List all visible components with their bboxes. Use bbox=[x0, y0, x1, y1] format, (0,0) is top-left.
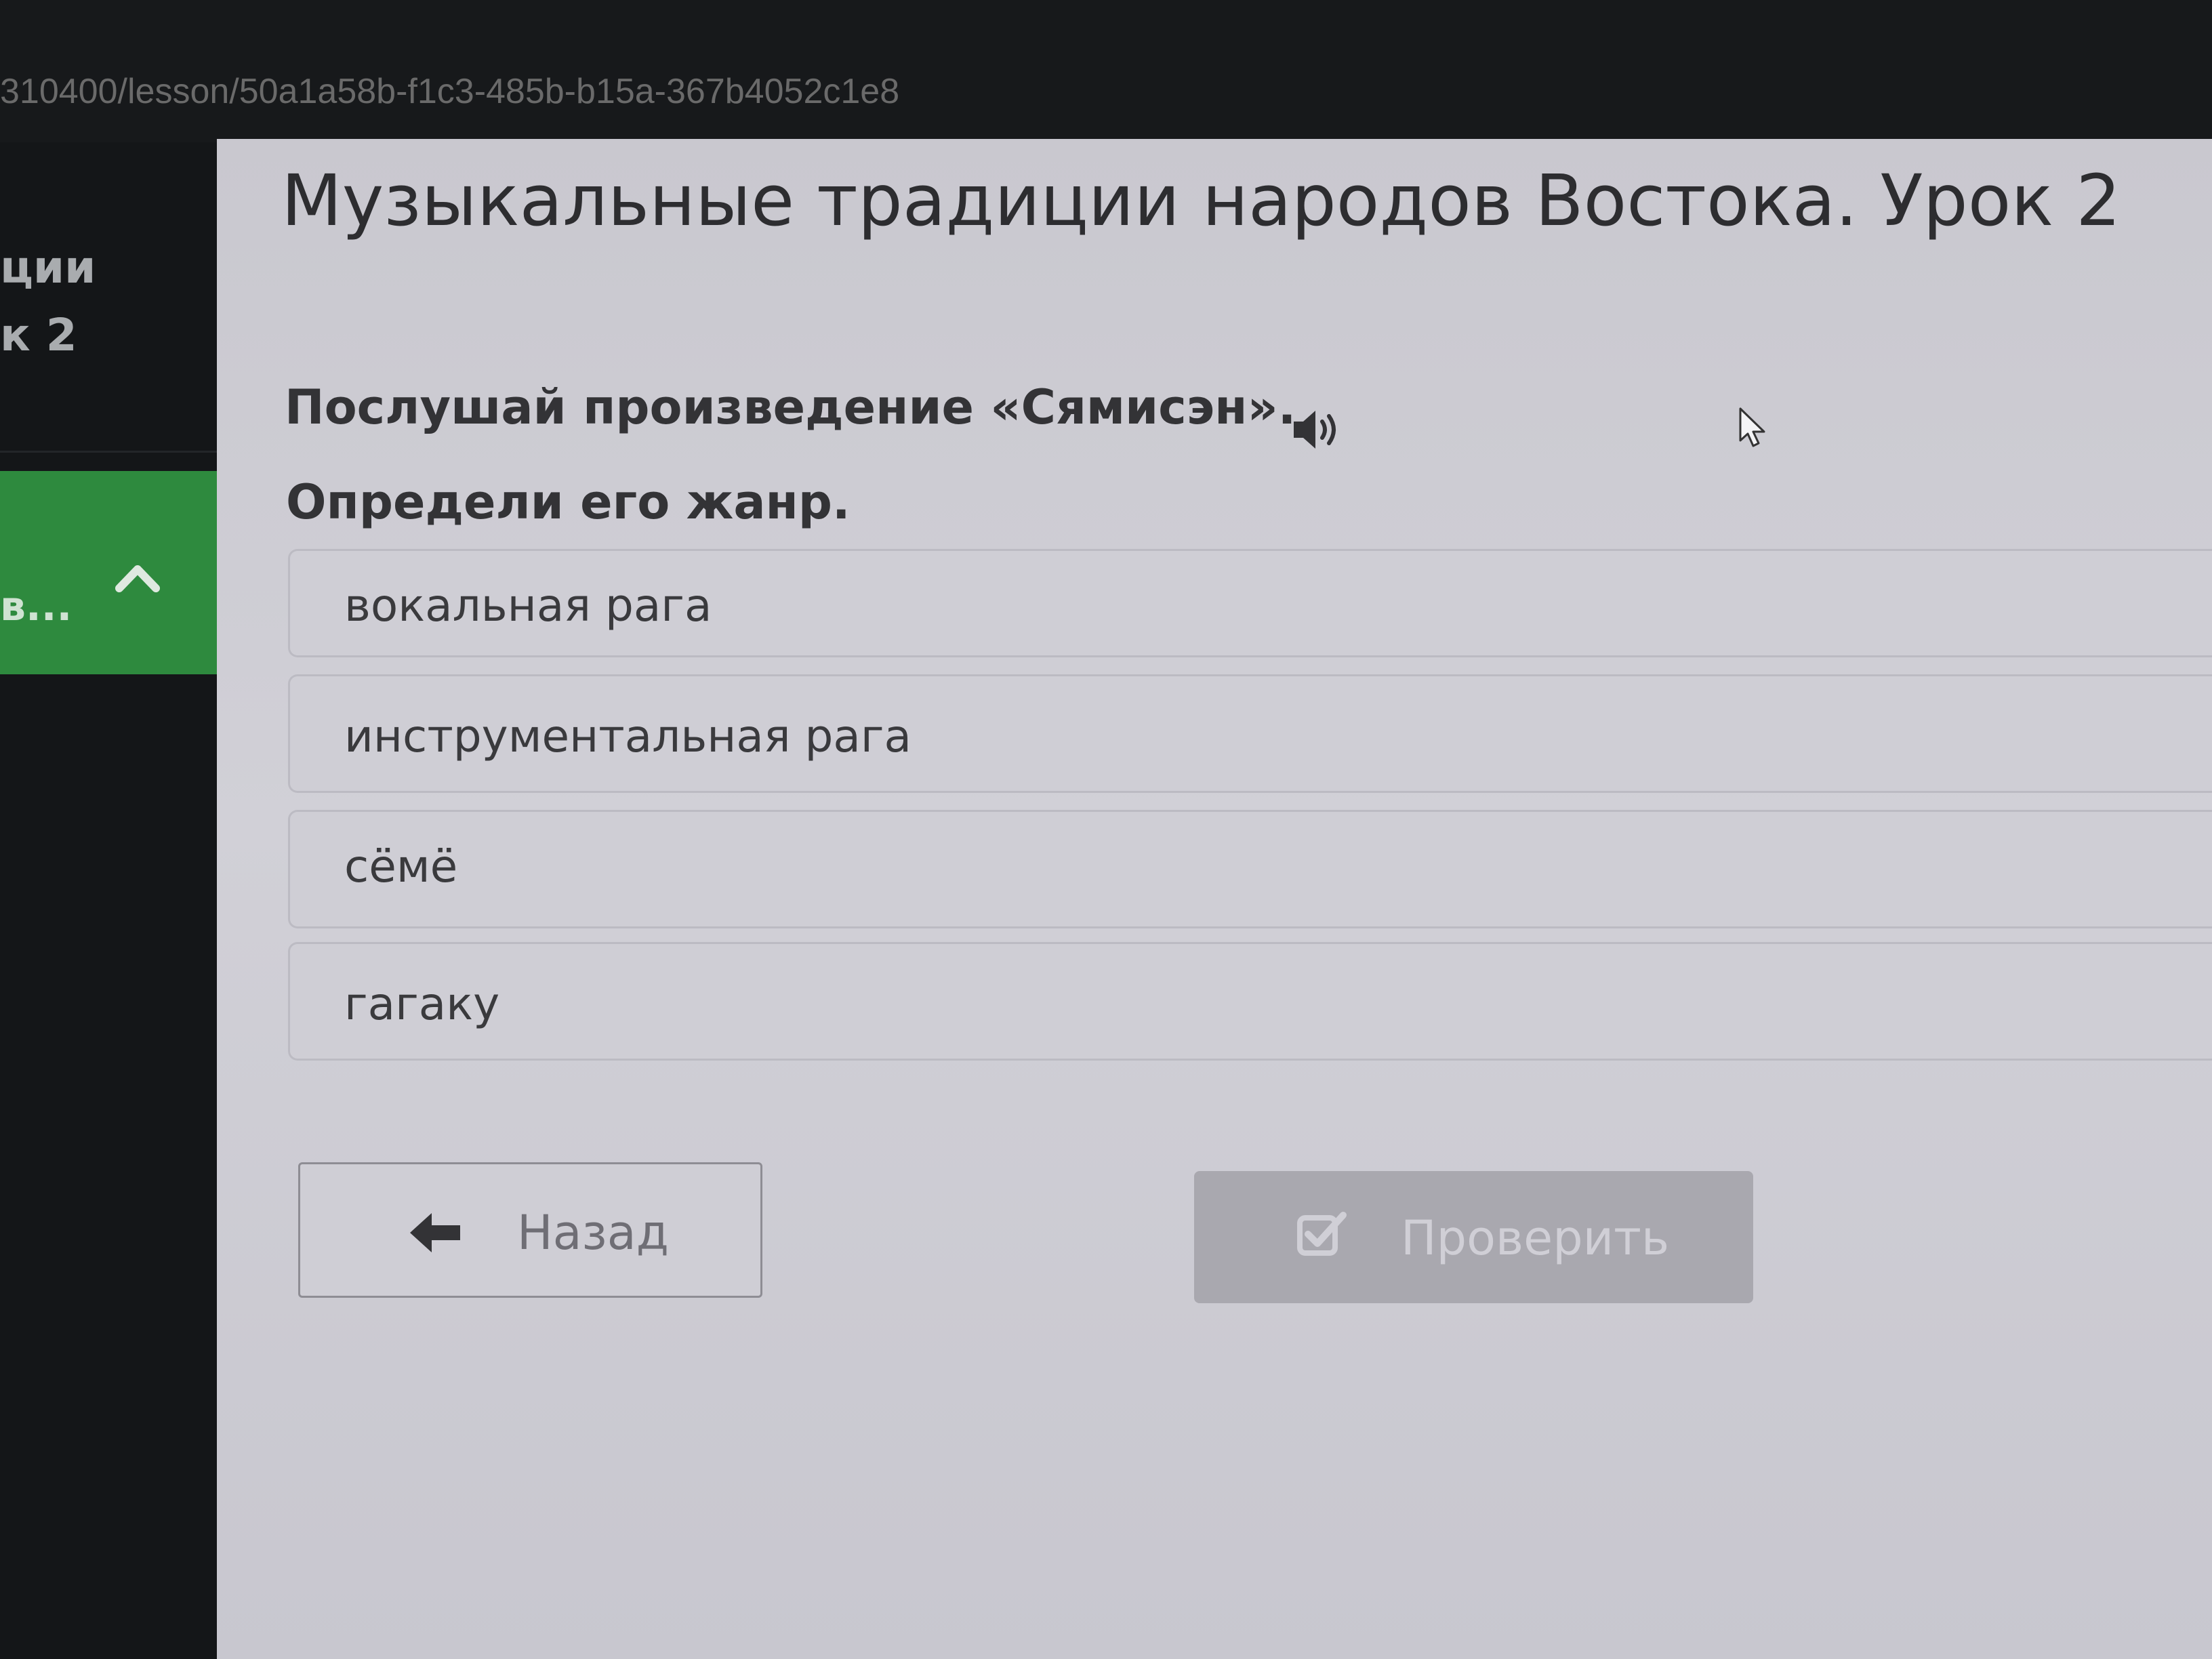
question-instruction: Послушай произведение «Сямисэн». bbox=[285, 380, 1296, 435]
mouse-cursor-icon bbox=[1739, 407, 1765, 447]
checkbox-check-icon bbox=[1297, 1212, 1347, 1256]
arrow-left-icon bbox=[410, 1213, 460, 1252]
sidebar-lesson-title: ции к 2 bbox=[0, 241, 96, 361]
back-button[interactable]: Назад bbox=[298, 1162, 762, 1298]
page-title: Музыкальные традиции народов Востока. Ур… bbox=[281, 159, 2121, 242]
browser-address-bar[interactable]: 310400/lesson/50a1a58b-f1c3-485b-b15a-36… bbox=[0, 0, 2212, 142]
answer-option[interactable]: гагаку bbox=[288, 942, 2212, 1061]
back-button-label: Назад bbox=[517, 1205, 670, 1261]
url-text[interactable]: 310400/lesson/50a1a58b-f1c3-485b-b15a-36… bbox=[0, 71, 899, 112]
sidebar-divider bbox=[0, 451, 224, 453]
chevron-up-icon[interactable] bbox=[114, 556, 161, 603]
answer-option[interactable]: сёмё bbox=[288, 810, 2212, 928]
lesson-sidebar: ции к 2 bbox=[0, 142, 230, 1659]
question-prompt: Определи его жанр. bbox=[286, 474, 851, 530]
answer-option-label: гагаку bbox=[344, 978, 500, 1030]
check-button-label: Проверить bbox=[1401, 1210, 1670, 1266]
answer-option-label: сёмё bbox=[344, 840, 458, 893]
answer-option-label: вокальная рага bbox=[344, 579, 712, 632]
answer-option[interactable]: инструментальная рага bbox=[288, 674, 2212, 793]
speaker-icon[interactable] bbox=[1291, 407, 1343, 453]
answer-option[interactable]: вокальная рага bbox=[288, 549, 2212, 657]
check-button[interactable]: Проверить bbox=[1194, 1171, 1753, 1303]
answer-option-label: инструментальная рага bbox=[344, 710, 912, 762]
sidebar-item-active-label[interactable]: в... bbox=[0, 583, 72, 630]
